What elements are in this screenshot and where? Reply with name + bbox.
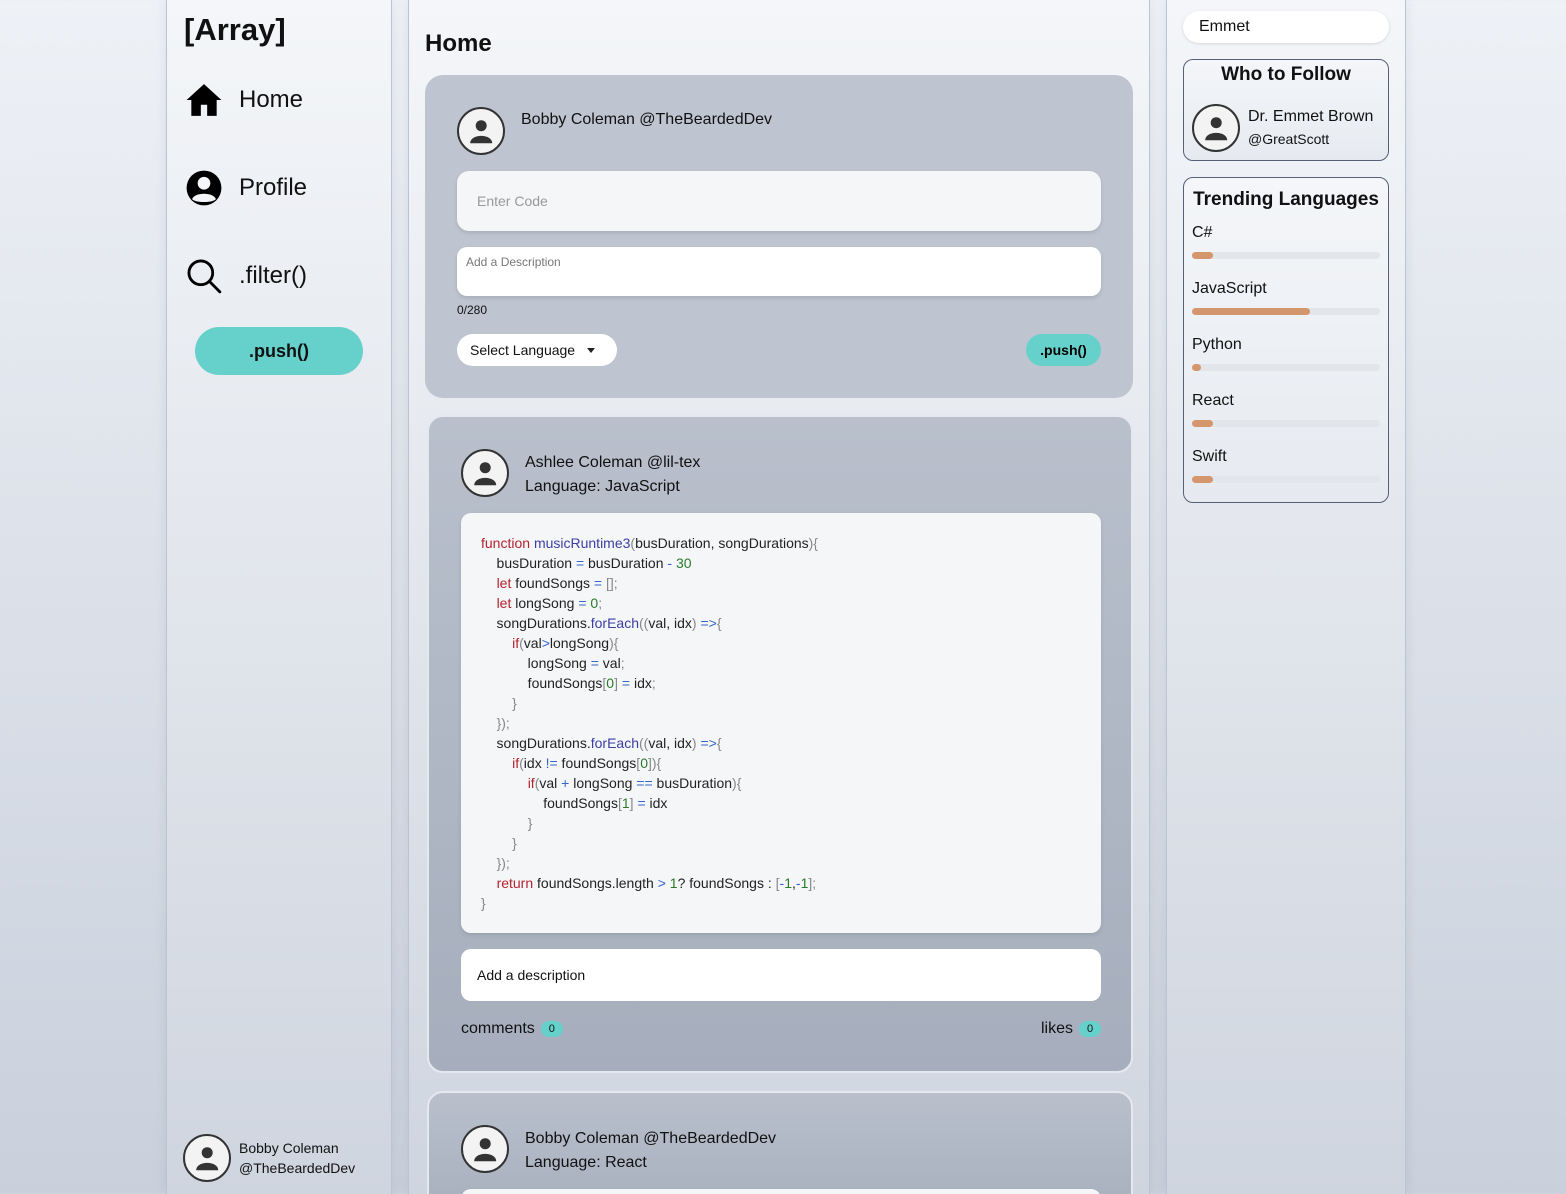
code-input[interactable] (457, 171, 1101, 231)
post-user: Bobby Coleman @TheBeardedDev (525, 1130, 777, 1147)
char-counter: 0/280 (457, 303, 488, 317)
post-language: Language: React (525, 1154, 647, 1171)
language-bar-fill (1192, 476, 1213, 483)
language-bar-fill (1192, 308, 1311, 315)
language-bar (1192, 364, 1380, 371)
language-bar (1192, 252, 1380, 259)
suggestion-name: Dr. Emmet Brown (1248, 108, 1374, 125)
language-name: C# (1192, 224, 1213, 241)
user-icon (195, 1146, 218, 1171)
who-to-follow-card: Who to Follow Dr. Emmet Brown @GreatScot… (1183, 59, 1389, 161)
trending-language[interactable]: Swift (1192, 448, 1380, 483)
language-bar-fill (1192, 364, 1202, 371)
avatar (1192, 104, 1240, 152)
language-name: Swift (1192, 448, 1227, 465)
language-bar-fill (1192, 420, 1213, 427)
user-icon (473, 1137, 496, 1162)
code-snippet (461, 1189, 1101, 1194)
user-icon (473, 461, 496, 486)
trending-language[interactable]: C# (1192, 224, 1380, 259)
post-card: Bobby Coleman @TheBeardedDev Language: R… (427, 1091, 1133, 1194)
nav-home-label: Home (239, 86, 304, 113)
right-sidebar: Who to Follow Dr. Emmet Brown @GreatScot… (1166, 0, 1406, 1194)
push-button[interactable]: .push() (195, 327, 363, 375)
language-name: Python (1192, 336, 1242, 353)
nav-filter-label: .filter() (239, 262, 307, 289)
current-user-handle: @TheBeardedDev (239, 1160, 356, 1176)
nav-home[interactable]: Home (185, 78, 303, 122)
trending-languages-card: Trending Languages C# JavaScript Python … (1183, 177, 1389, 503)
who-to-follow-title: Who to Follow (1221, 64, 1351, 85)
search-input[interactable] (1183, 11, 1389, 43)
user-circle-icon (186, 170, 222, 206)
nav-profile[interactable]: Profile (185, 166, 307, 210)
description-input[interactable] (457, 247, 1101, 296)
trending-language[interactable]: JavaScript (1192, 280, 1380, 315)
post-user: Ashlee Coleman @lil-tex (525, 454, 701, 471)
follow-suggestion[interactable]: Dr. Emmet Brown @GreatScott (1192, 104, 1373, 152)
user-icon (469, 119, 492, 144)
likes-button[interactable]: likes 0 (1041, 1020, 1102, 1038)
suggestion-handle: @GreatScott (1248, 131, 1330, 147)
post-language: Language: JavaScript (525, 478, 680, 495)
language-bar (1192, 420, 1380, 427)
current-user[interactable]: Bobby Coleman @TheBeardedDev (183, 1134, 355, 1182)
language-bar (1192, 476, 1380, 483)
language-name: React (1192, 392, 1234, 409)
post-description[interactable]: Add a description (461, 949, 1101, 1001)
page-title: Home (425, 30, 492, 57)
language-name: JavaScript (1192, 280, 1267, 297)
user-icon (1204, 116, 1227, 141)
app-logo: [Array] (184, 12, 286, 47)
language-select-label: Select Language (470, 342, 576, 358)
comments-count: 0 (540, 1021, 563, 1037)
comments-label: comments (461, 1020, 535, 1037)
compose-user: Bobby Coleman @TheBeardedDev (521, 111, 773, 128)
chevron-down-icon (587, 347, 596, 353)
code-snippet: function musicRuntime3(busDuration, song… (461, 513, 1101, 933)
avatar[interactable] (461, 449, 509, 497)
likes-label: likes (1041, 1020, 1074, 1037)
trending-language[interactable]: React (1192, 392, 1380, 427)
post-card: Ashlee Coleman @lil-tex Language: JavaSc… (427, 415, 1133, 1073)
trending-title: Trending Languages (1193, 189, 1379, 210)
comments-button[interactable]: comments 0 (461, 1020, 563, 1038)
language-bar (1192, 308, 1380, 315)
language-select[interactable]: Select Language (457, 334, 617, 366)
nav-profile-label: Profile (239, 174, 308, 201)
avatar[interactable] (461, 1125, 509, 1173)
search-icon (187, 259, 222, 294)
compose-card: Bobby Coleman @TheBeardedDev 0/280 Selec… (425, 75, 1133, 398)
left-sidebar: [Array] Home Profile .filter() .push() B… (166, 0, 392, 1194)
likes-count: 0 (1079, 1021, 1102, 1037)
nav-filter[interactable]: .filter() (185, 254, 307, 298)
current-user-name: Bobby Coleman (239, 1140, 339, 1156)
compose-push-button[interactable]: .push() (1026, 334, 1101, 366)
avatar (183, 1134, 231, 1182)
main-feed: Home Bobby Coleman @TheBeardedDev 0/280 … (408, 0, 1150, 1194)
language-bar-fill (1192, 252, 1213, 259)
trending-language[interactable]: Python (1192, 336, 1380, 371)
avatar (457, 107, 505, 155)
home-icon (186, 84, 222, 116)
